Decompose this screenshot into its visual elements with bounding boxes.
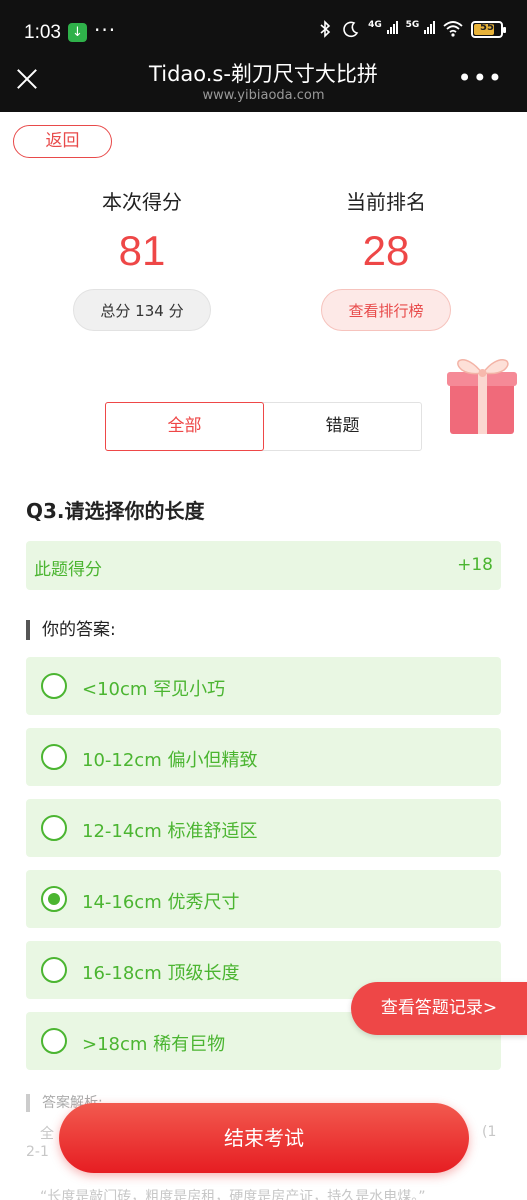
question-title: Q3.请选择你的长度 [26,499,205,523]
answer-option-text: <10cm 罕见小巧 [82,679,226,700]
status-time: 1:03 [24,22,61,43]
analysis-quote: “长度是敲门砖，粗度是房租，硬度是房产证，持久是水电煤。” [40,1189,426,1200]
total-score-badge: 总分 134 分 [73,289,211,331]
score-value: 81 [118,227,166,274]
question-score-value: +18 [457,555,493,575]
end-exam-button[interactable]: 结束考试 [59,1103,469,1173]
radio-icon [41,815,67,841]
network-4g-label: 4G [368,20,382,30]
question-score-box: 此题得分 +18 [26,541,501,590]
network-5g-label: 5G [405,20,420,30]
answer-option-selected[interactable]: 14-16cm 优秀尺寸 [26,870,501,928]
status-icons: 4G 5G 55 [316,20,506,38]
rank-panel: 当前排名 28 查看排行榜 [286,186,486,331]
moon-icon [343,21,359,38]
answer-option-text: 16-18cm 顶级长度 [82,963,240,984]
analysis-text-end: (1 [482,1124,497,1140]
answer-option-text: 10-12cm 偏小但精致 [82,750,258,771]
download-icon: ↓ [68,23,87,42]
rank-value: 28 [362,227,410,274]
more-icon[interactable]: ••• [458,64,503,92]
bluetooth-icon [320,20,331,38]
page-url: www.yibiaoda.com [202,88,325,103]
gift-icon[interactable] [444,346,520,438]
battery-icon: 55 [471,20,506,38]
radio-icon [41,957,67,983]
wifi-icon [443,21,463,37]
page-title: Tidao.s-剃刀尺寸大比拼 [149,62,378,86]
score-panel: 本次得分 81 总分 134 分 [42,186,242,331]
answer-heading: 你的答案: [26,620,116,640]
more-notifications-icon: ··· [94,18,117,42]
tab-all[interactable]: 全部 [105,402,264,451]
answer-option-text: 14-16cm 优秀尺寸 [82,892,240,913]
leaderboard-button[interactable]: 查看排行榜 [321,289,451,331]
answer-option-text: >18cm 稀有巨物 [82,1034,226,1055]
answer-option[interactable]: 10-12cm 偏小但精致 [26,728,501,786]
score-label: 本次得分 [102,190,182,214]
question-score-label: 此题得分 [34,560,102,580]
signal-icon [386,20,398,34]
analysis-text-line2: 2-1 [26,1144,49,1160]
nav-bar: Tidao.s-剃刀尺寸大比拼 www.yibiaoda.com ••• [0,46,527,112]
back-button[interactable]: 返回 [13,125,112,158]
signal-4g: 4G [368,20,398,38]
tab-wrong[interactable]: 错题 [264,403,421,450]
answer-option-text: 12-14cm 标准舒适区 [82,821,258,842]
answer-option[interactable]: 12-14cm 标准舒适区 [26,799,501,857]
radio-icon [41,673,67,699]
filter-tabs: 全部 错题 [105,402,422,451]
signal-icon [424,20,435,34]
signal-5g: 5G [406,20,435,38]
radio-icon [41,744,67,770]
radio-checked-icon [41,886,67,912]
radio-icon [41,1028,67,1054]
battery-level: 55 [480,21,494,33]
answer-option[interactable]: <10cm 罕见小巧 [26,657,501,715]
rank-label: 当前排名 [346,190,426,214]
view-answer-records-button[interactable]: 查看答题记录> [351,982,527,1035]
